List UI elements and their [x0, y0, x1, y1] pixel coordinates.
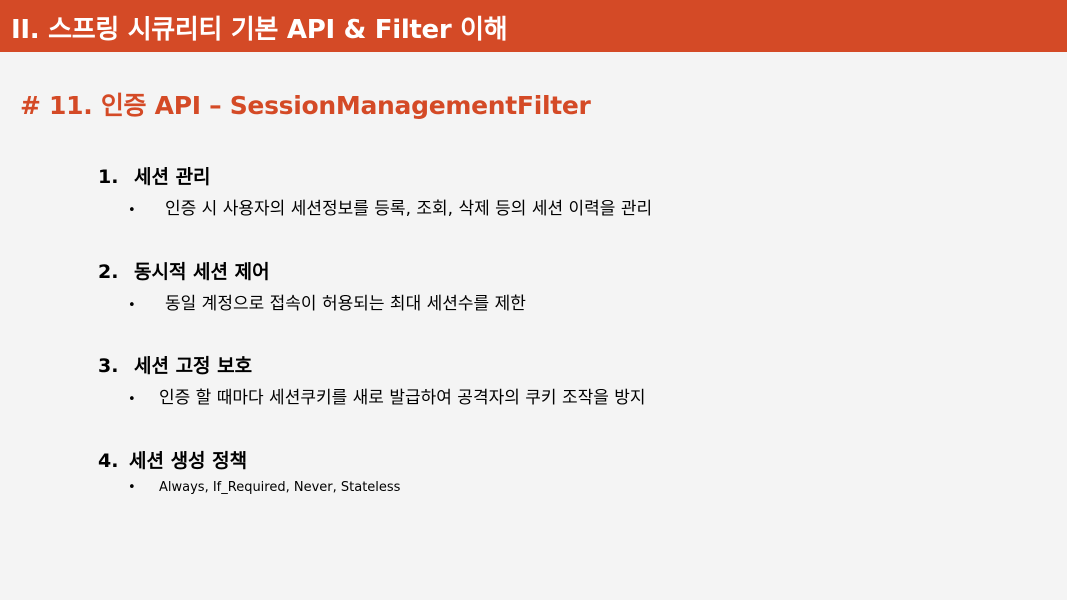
header-bar: II. 스프링 시큐리티 기본 API & Filter 이해 — [0, 0, 1067, 52]
bullet-icon: • — [128, 392, 136, 407]
item-number: 2. — [98, 261, 119, 283]
bullet-row: • Always, If_Required, Never, Stateless — [128, 480, 400, 495]
list-item-session-management: 1. 세션 관리 • 인증 시 사용자의 세션정보를 등록, 조회, 삭제 등의… — [98, 162, 652, 219]
item-heading: 1. 세션 관리 — [98, 162, 211, 189]
chapter-title: II. 스프링 시큐리티 기본 API & Filter 이해 — [11, 15, 508, 45]
item-number: 3. — [98, 355, 119, 377]
bullet-icon: • — [128, 480, 136, 495]
item-heading-text: 세션 생성 정책 — [129, 450, 248, 472]
bullet-row: • 동일 계정으로 접속이 허용되는 최대 세션수를 제한 — [128, 289, 526, 314]
bullet-row: • 인증 시 사용자의 세션정보를 등록, 조회, 삭제 등의 세션 이력을 관… — [128, 194, 652, 219]
bullet-icon: • — [128, 203, 136, 218]
list-item-session-fixation-protection: 3. 세션 고정 보호 • 인증 할 때마다 세션쿠키를 새로 발급하여 공격자… — [98, 351, 646, 408]
bullet-text: Always, If_Required, Never, Stateless — [159, 480, 401, 495]
item-heading: 2. 동시적 세션 제어 — [98, 257, 270, 284]
item-heading-text: 동시적 세션 제어 — [134, 261, 270, 283]
item-number: 1. — [98, 166, 119, 188]
bullet-text: 인증 할 때마다 세션쿠키를 새로 발급하여 공격자의 쿠키 조작을 방지 — [159, 388, 646, 408]
bullet-row: • 인증 할 때마다 세션쿠키를 새로 발급하여 공격자의 쿠키 조작을 방지 — [128, 383, 646, 408]
bullet-text: 인증 시 사용자의 세션정보를 등록, 조회, 삭제 등의 세션 이력을 관리 — [165, 199, 653, 219]
item-heading: 3. 세션 고정 보호 — [98, 351, 252, 378]
bullet-text: 동일 계정으로 접속이 허용되는 최대 세션수를 제한 — [165, 294, 526, 314]
item-number: 4. — [98, 450, 119, 472]
item-heading: 4. 세션 생성 정책 — [98, 446, 247, 473]
section-title: # 11. 인증 API – SessionManagementFilter — [20, 91, 591, 120]
bullet-icon: • — [128, 298, 136, 313]
item-heading-text: 세션 관리 — [134, 166, 211, 188]
list-item-session-creation-policy: 4. 세션 생성 정책 • Always, If_Required, Never… — [98, 446, 400, 495]
item-heading-text: 세션 고정 보호 — [134, 355, 253, 377]
list-item-concurrent-session-control: 2. 동시적 세션 제어 • 동일 계정으로 접속이 허용되는 최대 세션수를 … — [98, 257, 526, 314]
